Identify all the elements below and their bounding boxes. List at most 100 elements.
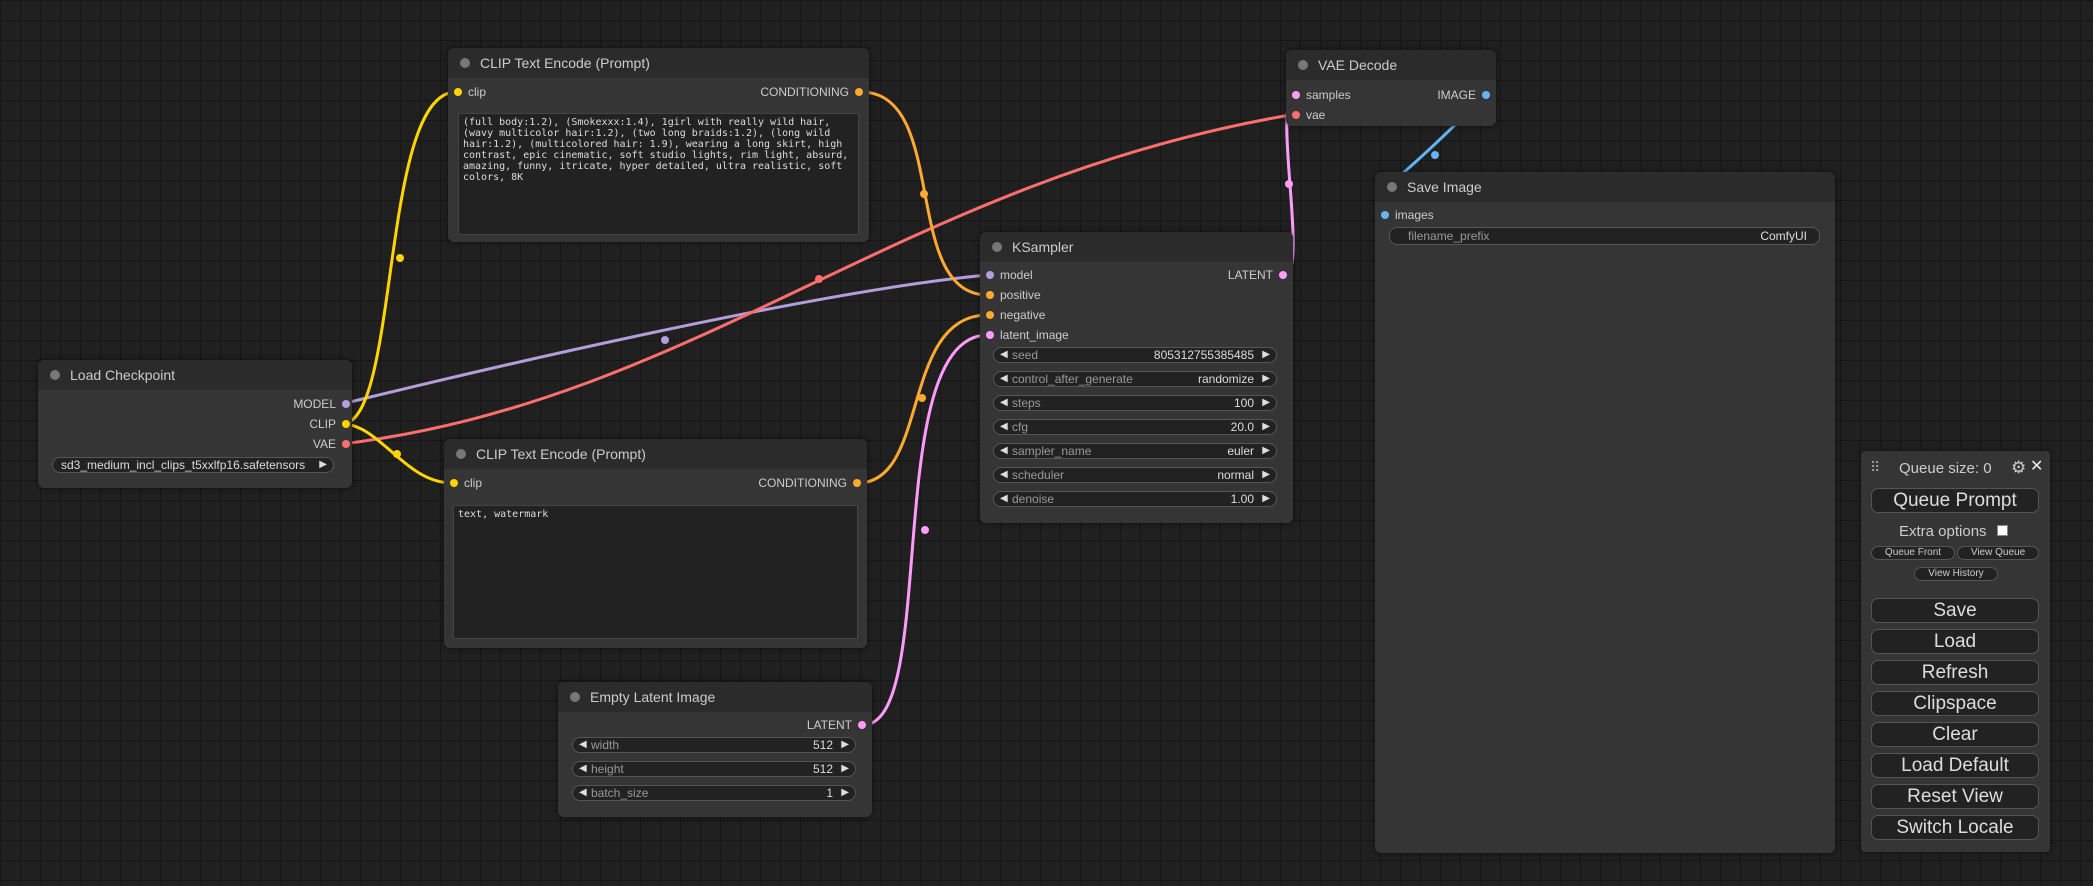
input-latent-image[interactable]: latent_image xyxy=(984,327,1069,343)
vae-decode-node[interactable]: VAE Decode samples vae IMAGE xyxy=(1286,50,1496,126)
node-title-bar[interactable]: Empty Latent Image xyxy=(558,682,872,712)
filename-prefix-widget[interactable]: filename_prefix ComfyUI xyxy=(1389,227,1820,245)
input-negative[interactable]: negative xyxy=(984,307,1045,323)
output-dot[interactable] xyxy=(1482,91,1490,99)
reset-view-button[interactable]: Reset View xyxy=(1871,784,2039,809)
collapse-dot[interactable] xyxy=(992,242,1002,252)
output-clip[interactable]: CLIP xyxy=(309,416,352,432)
decrement-arrow-icon[interactable]: ◀ xyxy=(579,786,587,800)
clear-button[interactable]: Clear xyxy=(1871,722,2039,747)
queue-front-button[interactable]: Queue Front xyxy=(1871,546,1955,560)
output-latent[interactable]: LATENT xyxy=(807,717,868,733)
output-dot[interactable] xyxy=(342,400,350,408)
increment-arrow-icon[interactable]: ▶ xyxy=(841,762,849,776)
collapse-dot[interactable] xyxy=(570,692,580,702)
increment-arrow-icon[interactable]: ▶ xyxy=(1262,372,1270,386)
denoise-widget[interactable]: ◀ denoise 1.00 ▶ xyxy=(993,491,1277,507)
close-icon[interactable]: ✕ xyxy=(2030,456,2043,476)
increment-arrow-icon[interactable]: ▶ xyxy=(1262,444,1270,458)
refresh-button[interactable]: Refresh xyxy=(1871,660,2039,685)
input-clip[interactable]: clip xyxy=(452,84,486,100)
output-dot[interactable] xyxy=(855,88,863,96)
output-dot[interactable] xyxy=(853,479,861,487)
output-dot[interactable] xyxy=(1279,271,1287,279)
batch-size-widget[interactable]: ◀ batch_size 1 ▶ xyxy=(572,785,856,801)
output-conditioning[interactable]: CONDITIONING xyxy=(758,475,863,491)
node-title-bar[interactable]: KSampler xyxy=(980,232,1293,262)
cfg-widget[interactable]: ◀ cfg 20.0 ▶ xyxy=(993,419,1277,435)
output-dot[interactable] xyxy=(342,440,350,448)
seed-widget[interactable]: ◀ seed 805312755385485 ▶ xyxy=(993,347,1277,363)
sampler-name-widget[interactable]: ◀ sampler_name euler ▶ xyxy=(993,443,1277,459)
decrement-arrow-icon[interactable]: ◀ xyxy=(579,762,587,776)
drag-handle-icon[interactable]: ⠿ xyxy=(1870,459,1880,476)
view-history-button[interactable]: View History xyxy=(1914,567,1998,581)
queue-prompt-button[interactable]: Queue Prompt xyxy=(1871,488,2039,513)
decrement-arrow-icon[interactable]: ◀ xyxy=(1000,372,1008,386)
prompt-textarea[interactable]: text, watermark xyxy=(453,505,858,639)
node-title-bar[interactable]: VAE Decode xyxy=(1286,50,1496,80)
input-clip[interactable]: clip xyxy=(448,475,482,491)
settings-gear-icon[interactable]: ⚙ xyxy=(2011,458,2026,478)
width-widget[interactable]: ◀ width 512 ▶ xyxy=(572,737,856,753)
input-dot[interactable] xyxy=(454,88,462,96)
decrement-arrow-icon[interactable]: ◀ xyxy=(1000,492,1008,506)
output-model[interactable]: MODEL xyxy=(293,396,352,412)
output-conditioning[interactable]: CONDITIONING xyxy=(760,84,865,100)
save-image-node[interactable]: Save Image images filename_prefix ComfyU… xyxy=(1375,172,1835,853)
height-widget[interactable]: ◀ height 512 ▶ xyxy=(572,761,856,777)
ksampler-node[interactable]: KSampler model positive negative latent_… xyxy=(980,232,1293,523)
increment-arrow-icon[interactable]: ▶ xyxy=(1262,348,1270,362)
node-title-bar[interactable]: Load Checkpoint xyxy=(38,360,352,390)
decrement-arrow-icon[interactable]: ◀ xyxy=(1000,420,1008,434)
input-positive[interactable]: positive xyxy=(984,287,1041,303)
increment-arrow-icon[interactable]: ▶ xyxy=(1262,420,1270,434)
decrement-arrow-icon[interactable]: ◀ xyxy=(1000,444,1008,458)
clip-text-encode-positive-node[interactable]: CLIP Text Encode (Prompt) clip CONDITION… xyxy=(448,48,869,242)
input-samples[interactable]: samples xyxy=(1290,87,1351,103)
collapse-dot[interactable] xyxy=(460,58,470,68)
decrement-arrow-icon[interactable]: ◀ xyxy=(579,738,587,752)
decrement-arrow-icon[interactable]: ◀ xyxy=(1000,468,1008,482)
input-dot[interactable] xyxy=(1292,111,1300,119)
extra-options-checkbox[interactable] xyxy=(1997,525,2008,536)
ckpt-name-combo[interactable]: sd3_medium_incl_clips_t5xxlfp16.safetens… xyxy=(52,457,334,473)
output-dot[interactable] xyxy=(342,420,350,428)
increment-arrow-icon[interactable]: ▶ xyxy=(841,738,849,752)
prompt-textarea[interactable]: (full body:1.2), (Smokexxx:1.4), 1girl w… xyxy=(458,113,859,235)
increment-arrow-icon[interactable]: ▶ xyxy=(1262,396,1270,410)
increment-arrow-icon[interactable]: ▶ xyxy=(1262,468,1270,482)
input-dot[interactable] xyxy=(986,271,994,279)
empty-latent-image-node[interactable]: Empty Latent Image LATENT ◀ width 512 ▶ ◀ he… xyxy=(558,682,872,817)
clipspace-button[interactable]: Clipspace xyxy=(1871,691,2039,716)
control-after-generate-widget[interactable]: ◀ control_after_generate randomize ▶ xyxy=(993,371,1277,387)
output-vae[interactable]: VAE xyxy=(313,436,352,452)
save-button[interactable]: Save xyxy=(1871,598,2039,623)
node-title-bar[interactable]: CLIP Text Encode (Prompt) xyxy=(448,48,869,78)
input-dot[interactable] xyxy=(1292,91,1300,99)
load-checkpoint-node[interactable]: Load Checkpoint MODEL CLIP VAE sd3_mediu… xyxy=(38,360,352,488)
decrement-arrow-icon[interactable]: ◀ xyxy=(1000,348,1008,362)
output-dot[interactable] xyxy=(858,721,866,729)
collapse-dot[interactable] xyxy=(456,449,466,459)
input-dot[interactable] xyxy=(1381,211,1389,219)
scheduler-widget[interactable]: ◀ scheduler normal ▶ xyxy=(993,467,1277,483)
node-title-bar[interactable]: Save Image xyxy=(1375,172,1835,202)
input-vae[interactable]: vae xyxy=(1290,107,1325,123)
node-title-bar[interactable]: CLIP Text Encode (Prompt) xyxy=(444,439,867,469)
collapse-dot[interactable] xyxy=(50,370,60,380)
increment-arrow-icon[interactable]: ▶ xyxy=(1262,492,1270,506)
output-image[interactable]: IMAGE xyxy=(1437,87,1492,103)
decrement-arrow-icon[interactable]: ◀ xyxy=(1000,396,1008,410)
input-dot[interactable] xyxy=(450,479,458,487)
input-model[interactable]: model xyxy=(984,267,1033,283)
steps-widget[interactable]: ◀ steps 100 ▶ xyxy=(993,395,1277,411)
switch-locale-button[interactable]: Switch Locale xyxy=(1871,815,2039,840)
input-dot[interactable] xyxy=(986,291,994,299)
increment-arrow-icon[interactable]: ▶ xyxy=(841,786,849,800)
collapse-dot[interactable] xyxy=(1387,182,1397,192)
clip-text-encode-negative-node[interactable]: CLIP Text Encode (Prompt) clip CONDITION… xyxy=(444,439,867,648)
load-button[interactable]: Load xyxy=(1871,629,2039,654)
input-dot[interactable] xyxy=(986,331,994,339)
input-dot[interactable] xyxy=(986,311,994,319)
